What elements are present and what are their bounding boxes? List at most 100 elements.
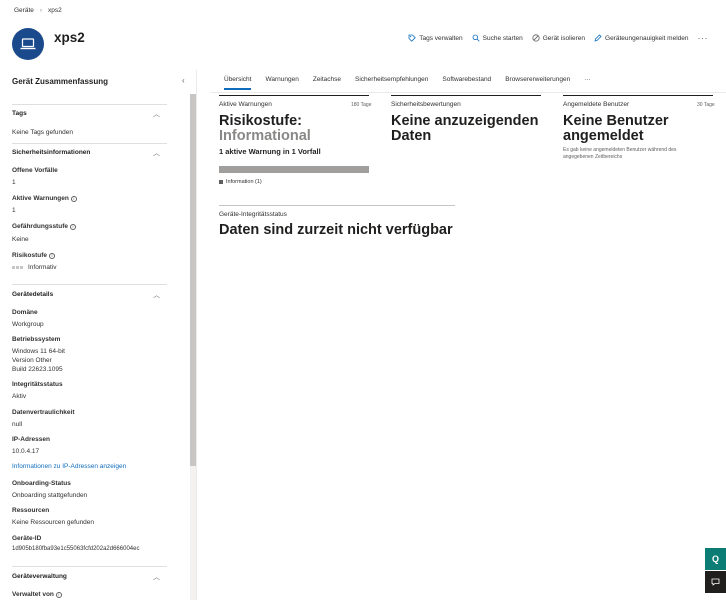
card-top-border <box>563 95 713 96</box>
divider <box>12 104 167 105</box>
data-confidentiality-value: null <box>12 421 23 428</box>
info-icon[interactable]: i <box>70 195 77 202</box>
chat-button[interactable] <box>705 571 726 593</box>
tab-alerts[interactable]: Warnungen <box>265 76 298 90</box>
active-alerts-card-title: Aktive Warnungen <box>219 101 272 108</box>
legend-information: Information (1) <box>226 179 262 185</box>
resources-value: Keine Ressourcen gefunden <box>12 519 95 526</box>
info-icon[interactable]: i <box>55 591 62 598</box>
breadcrumb-root[interactable]: Geräte <box>14 7 34 14</box>
risk-level-label: Risikostufe i <box>12 252 56 259</box>
card-top-border <box>219 205 455 206</box>
no-users-description-line1: Es gab keine angemeldeten Benutzer währe… <box>563 147 677 153</box>
managed-by-label-text: Verwaltet von <box>12 591 54 598</box>
card-top-border <box>391 95 541 96</box>
summary-panel-title: Gerät Zusammenfassung <box>12 77 109 86</box>
tab-browser-extensions[interactable]: Browsererweiterungen <box>505 76 570 90</box>
no-users-line2: angemeldet <box>563 128 644 144</box>
domain-value: Workgroup <box>12 321 44 328</box>
exposure-level-value: Keine <box>12 236 29 243</box>
risk-level-bars <box>12 265 23 269</box>
collapse-panel-icon[interactable]: ‹ <box>182 76 185 85</box>
report-inaccuracy-label: Geräteungenauigkeit melden <box>605 34 689 42</box>
device-health-card-title: Geräte-Integritätsstatus <box>219 211 287 218</box>
risk-level-heading: Risikostufe: <box>219 113 302 129</box>
device-tabs: Übersicht Warnungen Zeitachse Sicherheit… <box>224 76 591 90</box>
details-section-title[interactable]: Gerätedetails <box>12 291 53 298</box>
manage-tags-button[interactable]: Tags verwalten <box>408 34 463 42</box>
isolate-device-button[interactable]: Gerät isolieren <box>532 34 585 42</box>
ip-addresses-label: IP-Adressen <box>12 436 50 443</box>
divider <box>12 284 167 285</box>
panel-scrollbar-thumb[interactable] <box>190 94 196 466</box>
active-alerts-value: 1 <box>12 207 16 214</box>
open-incidents-label-text: Offene Vorfälle <box>12 167 58 174</box>
risk-level-text: Informativ <box>28 264 57 271</box>
resources-label: Ressourcen <box>12 507 50 514</box>
active-alerts-label-text: Aktive Warnungen <box>12 195 69 202</box>
open-incidents-value: 1 <box>12 179 16 186</box>
management-section-title[interactable]: Geräteverwaltung <box>12 573 67 580</box>
security-section-title[interactable]: Sicherheitsinformationen <box>12 149 90 156</box>
report-inaccuracy-button[interactable]: Geräteungenauigkeit melden <box>594 34 689 42</box>
tab-overview[interactable]: Übersicht <box>224 76 252 90</box>
active-alerts-summary: 1 aktive Warnung in 1 Vorfall <box>219 147 321 156</box>
laptop-icon <box>20 38 36 50</box>
alerts-severity-bar-information[interactable] <box>219 166 369 173</box>
alerts-severity-bar-track <box>219 166 369 173</box>
health-status-value: Aktiv <box>12 393 27 400</box>
os-value-line3: Build 22623.1095 <box>12 366 63 373</box>
action-bar: Tags verwalten Suche starten Gerät isoli… <box>408 33 708 43</box>
onboarding-status-value: Onboarding stattgefunden <box>12 492 88 499</box>
page-title: xps2 <box>54 30 85 45</box>
no-users-line1: Keine Benutzer <box>563 113 669 129</box>
legend-swatch <box>219 180 223 184</box>
breadcrumb-current: xps2 <box>48 7 62 14</box>
no-data-line2: Daten <box>391 128 432 144</box>
more-actions-button[interactable]: ··· <box>698 33 709 43</box>
divider <box>12 566 167 567</box>
info-icon[interactable]: i <box>49 252 56 259</box>
floating-q-button[interactable]: Q <box>705 548 726 570</box>
risk-level-heading-value: Informational <box>219 128 311 144</box>
info-icon[interactable]: i <box>69 223 76 230</box>
open-incidents-label: Offene Vorfälle <box>12 167 58 174</box>
device-id-label: Geräte-ID <box>12 535 42 542</box>
os-value-line2: Version Other <box>12 357 52 364</box>
tabs-divider <box>210 92 726 93</box>
os-value-line1: Windows 11 64-bit <box>12 348 65 355</box>
exposure-level-label-text: Gefährdungsstufe <box>12 223 68 230</box>
device-avatar <box>12 28 44 60</box>
feedback-icon <box>594 34 602 42</box>
tab-timeline[interactable]: Zeitachse <box>313 76 341 90</box>
exposure-level-label: Gefährdungsstufe i <box>12 223 76 230</box>
tags-section-title[interactable]: Tags <box>12 110 27 117</box>
tab-software-inventory[interactable]: Softwarebestand <box>442 76 491 90</box>
chevron-up-icon[interactable]: ︿ <box>153 572 160 582</box>
device-health-message: Daten sind zurzeit nicht verfügbar <box>219 222 453 238</box>
chevron-up-icon[interactable]: ︿ <box>153 148 160 158</box>
device-id-value: 1d905b180fba93e1c55063fcfd202a2d666004ec <box>12 546 140 552</box>
manage-tags-label: Tags verwalten <box>419 34 463 42</box>
risk-level-value: Informativ <box>12 263 57 272</box>
os-label: Betriebssystem <box>12 336 61 343</box>
data-confidentiality-label: Datenvertraulichkeit <box>12 409 75 416</box>
chat-icon <box>711 578 720 586</box>
no-data-line1: Keine anzuzeigenden <box>391 113 539 129</box>
start-search-button[interactable]: Suche starten <box>472 34 523 42</box>
alerts-severity-legend: Information (1) <box>219 179 262 185</box>
logged-users-card-range: 30 Tage <box>697 102 715 108</box>
tab-security-recommendations[interactable]: Sicherheitsempfehlungen <box>355 76 428 90</box>
security-assessments-card-title: Sicherheitsbewertungen <box>391 101 461 108</box>
tags-empty-text: Keine Tags gefunden <box>12 129 73 136</box>
risk-level-label-text: Risikostufe <box>12 252 48 259</box>
no-users-description-line2: angegebenen Zeitbereichs <box>563 154 623 160</box>
chevron-up-icon[interactable]: ︿ <box>153 109 160 119</box>
chevron-up-icon[interactable]: ︿ <box>153 290 160 300</box>
isolate-icon <box>532 34 540 42</box>
tab-more[interactable]: ··· <box>584 76 591 90</box>
ip-addresses-link[interactable]: Informationen zu IP-Adressen anzeigen <box>12 463 126 470</box>
start-search-label: Suche starten <box>482 34 523 42</box>
active-alerts-label: Aktive Warnungen i <box>12 195 77 202</box>
managed-by-label: Verwaltet von i <box>12 591 62 598</box>
